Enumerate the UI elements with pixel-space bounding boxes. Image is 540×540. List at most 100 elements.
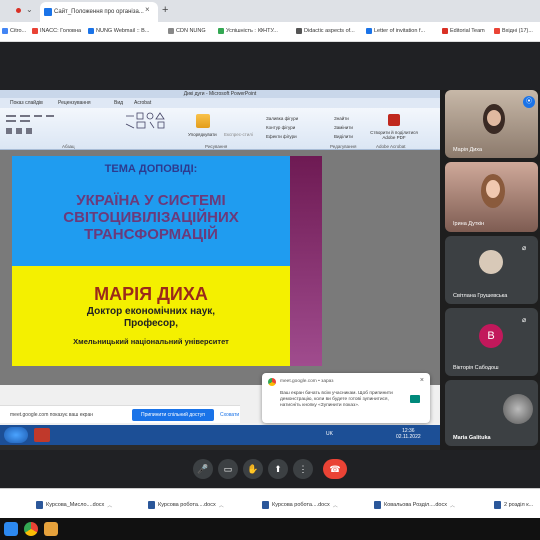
word-file-icon bbox=[262, 501, 269, 509]
bookmark-item[interactable]: Editorial Team bbox=[442, 28, 485, 34]
chrome-icon bbox=[268, 378, 276, 386]
ribbon-replace[interactable]: Замінити bbox=[334, 125, 353, 130]
ribbon-tabs: Показ слайдів Рецензування Вид Acrobat bbox=[0, 98, 440, 108]
bookmark-icon bbox=[218, 28, 224, 34]
bookmark-item[interactable]: Вхідні (17)... bbox=[494, 28, 533, 34]
new-tab-button[interactable]: + bbox=[162, 4, 168, 16]
raise-hand-button[interactable]: ✋ bbox=[243, 459, 263, 479]
bookmark-item[interactable]: Citro... bbox=[2, 28, 26, 34]
participant-avatar bbox=[479, 250, 503, 274]
ribbon-tab[interactable]: Показ слайдів bbox=[10, 100, 43, 106]
download-item[interactable]: Ковальова Розділ....docx ︿ bbox=[374, 501, 455, 509]
windows-start-icon[interactable] bbox=[4, 522, 18, 536]
chrome-notification: meet.google.com • зараз × Ваш екран бача… bbox=[262, 373, 430, 423]
bookmarks-bar: Citro... INACC: Головна NUNG Webmail :: … bbox=[0, 22, 540, 42]
slide-university: Хмельницький національний університет bbox=[73, 337, 229, 346]
bookmark-item[interactable]: Успішність : ІФНТУ... bbox=[218, 28, 278, 34]
ribbon-arrange[interactable]: Упорядкувати bbox=[188, 132, 217, 137]
participant-tile[interactable]: Maria Galituka bbox=[445, 380, 538, 446]
slide-side-panel bbox=[290, 156, 322, 366]
participant-avatar bbox=[503, 394, 533, 424]
ribbon-group-label: Редагування bbox=[330, 144, 357, 149]
ribbon-shape-fill[interactable]: Заливка фігури bbox=[266, 116, 298, 121]
bookmark-item[interactable]: INACC: Головна bbox=[32, 28, 81, 34]
chevron-up-icon[interactable]: ︿ bbox=[450, 502, 455, 509]
ribbon-shape-outline[interactable]: Контур фігури bbox=[266, 125, 295, 130]
ribbon-find[interactable]: Знайти bbox=[334, 116, 349, 121]
word-file-icon bbox=[36, 501, 43, 509]
chrome-taskbar-icon[interactable] bbox=[24, 522, 38, 536]
ribbon-tab[interactable]: Вид bbox=[114, 100, 123, 106]
bookmark-item[interactable]: NUNG Webmail :: В... bbox=[88, 28, 149, 34]
mic-off-icon: ⌀ bbox=[522, 245, 527, 252]
stop-sharing-button[interactable]: Припинити спільний доступ bbox=[132, 409, 214, 421]
download-item[interactable]: Курсова_Мисло....docx ︿ bbox=[36, 501, 112, 509]
participant-tile[interactable]: Ірина Дуткін bbox=[445, 162, 538, 232]
shapes-gallery-icon bbox=[125, 112, 165, 129]
powerpoint-taskbar-icon[interactable] bbox=[34, 428, 50, 442]
ribbon-shape-effects[interactable]: Ефекти фігури bbox=[266, 134, 297, 139]
bookmark-icon bbox=[168, 28, 174, 34]
ribbon-select[interactable]: Виділити bbox=[334, 134, 353, 139]
download-item[interactable]: Курсова робота....docx ︿ bbox=[262, 501, 338, 509]
camera-button[interactable]: ▭ bbox=[218, 459, 238, 479]
slide-topic-title: УКРАЇНА У СИСТЕМІ СВІТОЦИВІЛІЗАЦІЙНИХ ТР… bbox=[12, 192, 290, 243]
microphone-button[interactable]: 🎤 bbox=[193, 459, 213, 479]
download-item[interactable]: 2 розділ к... bbox=[494, 501, 533, 509]
bookmark-icon bbox=[88, 28, 94, 34]
tab-favicon-icon bbox=[44, 8, 52, 16]
browser-tab-bar: ⌄ Сайт_Положення про організа... × + bbox=[0, 0, 540, 22]
bookmark-item[interactable]: Didactic aspects of... bbox=[296, 28, 355, 34]
bookmark-item[interactable]: Letter of invitation f... bbox=[366, 28, 425, 34]
tab-list-icon[interactable]: ⌄ bbox=[26, 5, 33, 14]
present-button[interactable]: ⬆ bbox=[268, 459, 288, 479]
chevron-up-icon[interactable]: ︿ bbox=[107, 502, 112, 509]
slide-topic-line: УКРАЇНА У СИСТЕМІ bbox=[76, 192, 226, 209]
chevron-up-icon[interactable]: ︿ bbox=[219, 502, 224, 509]
ribbon-create-pdf[interactable]: Створити й поділитися Adobe PDF bbox=[366, 130, 422, 140]
participant-name: Марія Диха bbox=[453, 147, 483, 153]
ribbon-group-label: Adobe Acrobat bbox=[376, 144, 406, 149]
slide-topic-line: СВІТОЦИВІЛІЗАЦІЙНИХ bbox=[63, 209, 239, 226]
word-file-icon bbox=[148, 501, 155, 509]
downloads-bar: Курсова_Мисло....docx ︿ Курсова робота...… bbox=[0, 488, 540, 518]
os-taskbar bbox=[0, 518, 540, 540]
participant-tile[interactable]: ⌀ Світлана Грушевська bbox=[445, 236, 538, 304]
bookmark-item[interactable]: CDN NUNG bbox=[168, 28, 206, 34]
hide-share-bar-link[interactable]: Сховати bbox=[220, 412, 239, 418]
recording-indicator-icon bbox=[16, 8, 21, 13]
bookmark-icon bbox=[442, 28, 448, 34]
tab-close-icon[interactable]: × bbox=[145, 5, 150, 14]
keyboard-language[interactable]: UK bbox=[326, 431, 333, 437]
taskbar-clock: 12:36 02.11.2022 bbox=[396, 428, 421, 440]
slide-rank: Професор, bbox=[123, 318, 178, 329]
participant-name: Ірина Дуткін bbox=[453, 221, 485, 227]
more-options-button[interactable]: ⋮ bbox=[293, 459, 313, 479]
tab-title: Сайт_Положення про організа... bbox=[54, 9, 144, 15]
powerpoint-title-bar: Дикі дуги - Microsoft PowerPoint bbox=[0, 90, 440, 98]
share-status-text: meet.google.com показує ваш екран bbox=[10, 412, 94, 418]
notification-source: meet.google.com • зараз bbox=[280, 379, 334, 384]
meet-top-area bbox=[0, 42, 540, 90]
download-item[interactable]: Курсова робота....docx ︿ bbox=[148, 501, 224, 509]
chevron-up-icon[interactable]: ︿ bbox=[333, 502, 338, 509]
speaking-indicator-icon: ⦿ bbox=[523, 96, 535, 108]
arrange-icon bbox=[196, 114, 210, 128]
slide-speaker-name: МАРІЯ ДИХА bbox=[94, 284, 208, 304]
windows-start-icon[interactable] bbox=[4, 427, 28, 443]
participant-avatar: В bbox=[479, 324, 503, 348]
slide-degree: Доктор економічних наук, bbox=[86, 306, 216, 317]
ribbon-quick-styles[interactable]: Експрес-стилі bbox=[224, 132, 253, 137]
end-call-button[interactable]: ☎ bbox=[323, 459, 347, 479]
bookmark-icon bbox=[2, 28, 8, 34]
browser-tab[interactable]: Сайт_Положення про організа... bbox=[40, 2, 158, 22]
file-explorer-icon[interactable] bbox=[44, 522, 58, 536]
close-icon[interactable]: × bbox=[420, 377, 424, 384]
participant-tile[interactable]: ⌀ В Вікторія Сабодош bbox=[445, 308, 538, 376]
ribbon-tab[interactable]: Acrobat bbox=[134, 100, 151, 106]
bookmark-icon bbox=[366, 28, 372, 34]
participant-name: Maria Galituka bbox=[453, 435, 491, 441]
ribbon-group-label: Абзац bbox=[62, 144, 75, 149]
participant-tile[interactable]: ⦿ Марія Диха bbox=[445, 90, 538, 158]
ribbon-tab[interactable]: Рецензування bbox=[58, 100, 91, 106]
